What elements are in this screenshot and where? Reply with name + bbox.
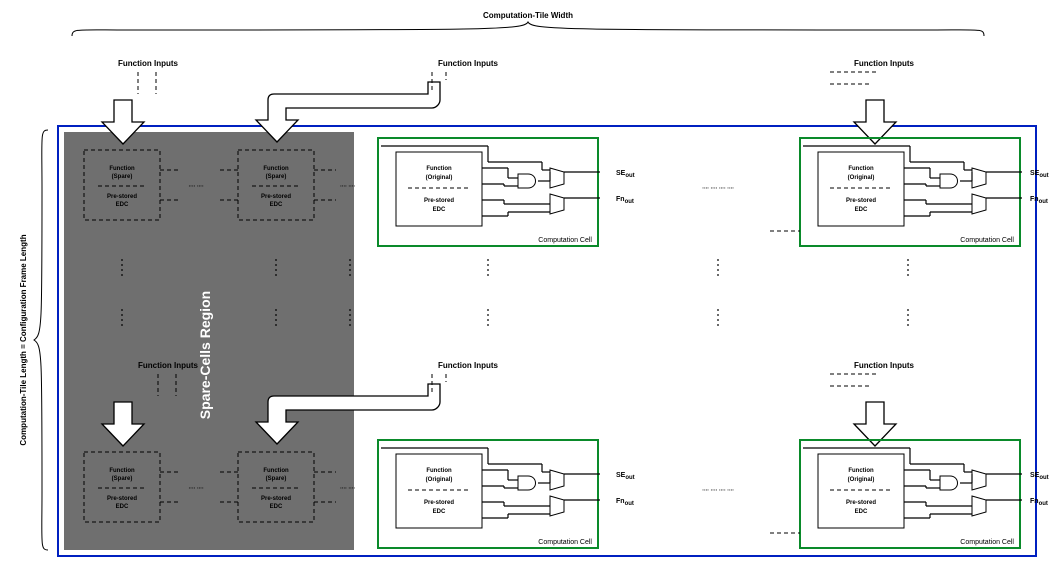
comp-cell-t2 bbox=[800, 138, 1022, 246]
svg-text:Fnout: Fnout bbox=[1030, 498, 1048, 507]
tile-width-label: Computation-Tile Width bbox=[483, 11, 573, 20]
fi-label-b1: Function Inputs bbox=[438, 361, 499, 370]
svg-text:SEout: SEout bbox=[616, 170, 635, 179]
tile-length-label: Computation-Tile Length = Configuration … bbox=[19, 234, 28, 445]
fi-label-t2: Function Inputs bbox=[854, 59, 915, 68]
svg-text:Fnout: Fnout bbox=[1030, 196, 1048, 205]
svg-text:SEout: SEout bbox=[616, 472, 635, 481]
comp-cell-b2 bbox=[800, 440, 1022, 548]
comp-cell-b1 bbox=[378, 440, 600, 548]
fi-label-t1: Function Inputs bbox=[438, 59, 499, 68]
svg-text:∙∙∙∙ ∙∙∙∙: ∙∙∙∙ ∙∙∙∙ bbox=[188, 184, 203, 190]
svg-text:SEout: SEout bbox=[1030, 170, 1049, 179]
fi-label-bl: Function Inputs bbox=[138, 361, 199, 370]
svg-text:Fnout: Fnout bbox=[616, 498, 634, 507]
brace-width bbox=[72, 22, 984, 36]
svg-text:Fnout: Fnout bbox=[616, 196, 634, 205]
svg-text:∙∙∙∙ ∙∙∙∙ ∙∙∙∙ ∙∙∙∙: ∙∙∙∙ ∙∙∙∙ ∙∙∙∙ ∙∙∙∙ bbox=[702, 488, 734, 494]
brace-length bbox=[34, 130, 48, 550]
svg-text:SEout: SEout bbox=[1030, 472, 1049, 481]
svg-text:∙∙∙∙ ∙∙∙∙: ∙∙∙∙ ∙∙∙∙ bbox=[340, 184, 355, 190]
svg-text:∙∙∙∙ ∙∙∙∙ ∙∙∙∙ ∙∙∙∙: ∙∙∙∙ ∙∙∙∙ ∙∙∙∙ ∙∙∙∙ bbox=[702, 186, 734, 192]
fi-label-b2: Function Inputs bbox=[854, 361, 915, 370]
fi-label-tl: Function Inputs bbox=[118, 59, 179, 68]
comp-cell-t1 bbox=[378, 138, 600, 246]
svg-text:∙∙∙∙ ∙∙∙∙: ∙∙∙∙ ∙∙∙∙ bbox=[188, 486, 203, 492]
svg-text:∙∙∙∙ ∙∙∙∙: ∙∙∙∙ ∙∙∙∙ bbox=[340, 486, 355, 492]
spare-region-label: Spare-Cells Region bbox=[197, 291, 213, 419]
